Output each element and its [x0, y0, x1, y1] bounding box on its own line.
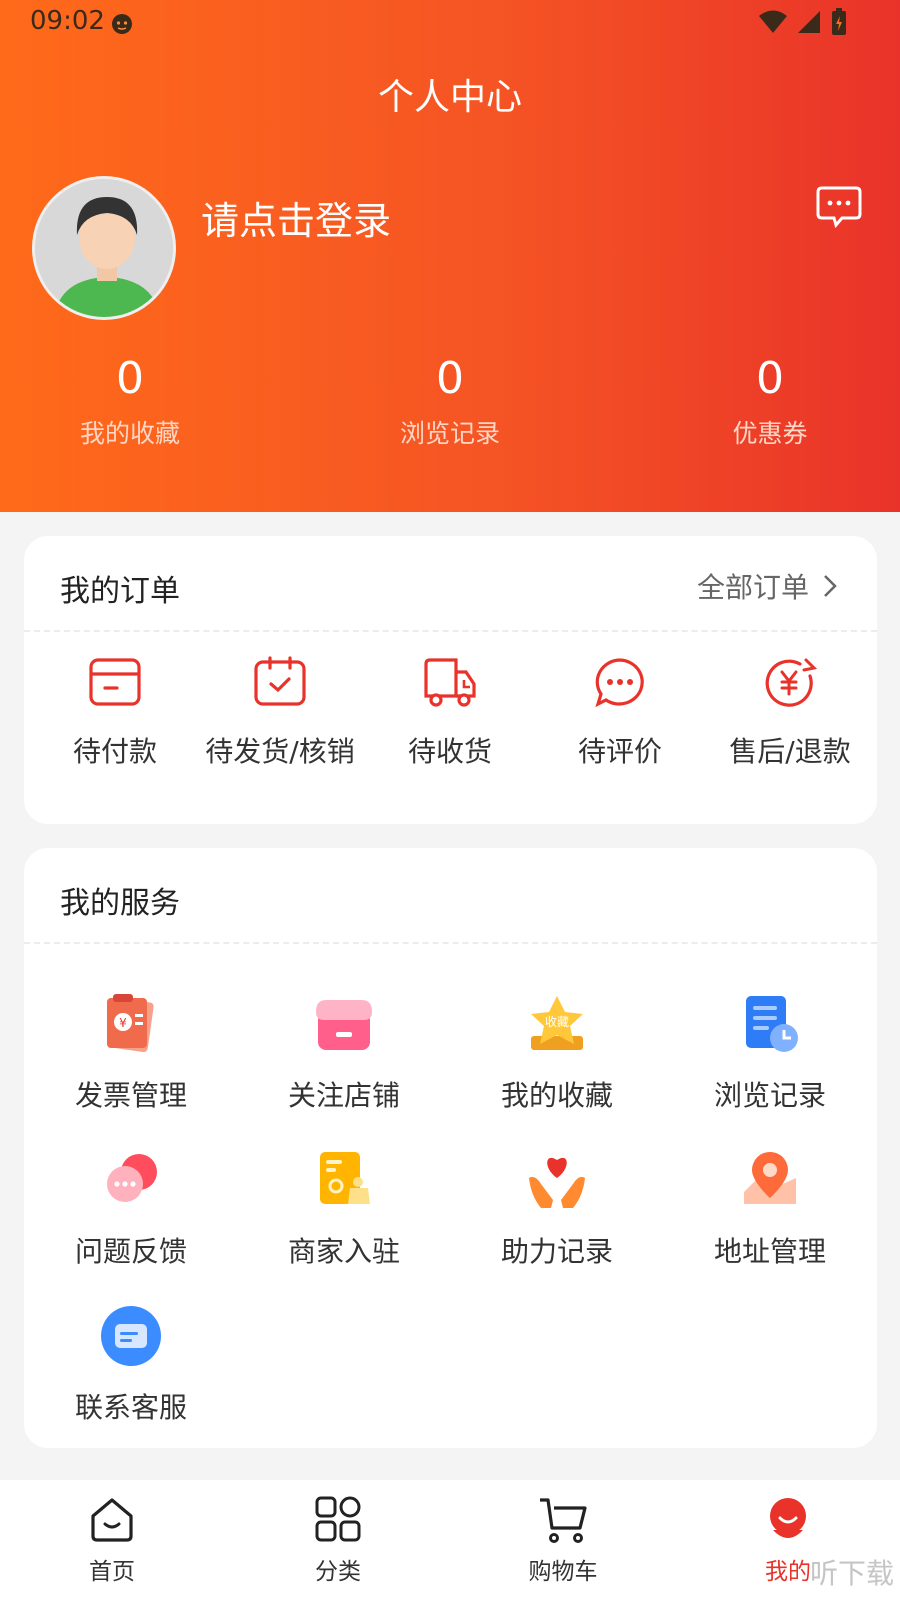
- stat-label: 我的收藏: [79, 419, 180, 448]
- default-avatar-icon: [35, 179, 173, 317]
- truck-icon: [424, 658, 476, 707]
- chat-bubble-icon: [595, 658, 644, 708]
- service-browse-history[interactable]: 浏览记录: [670, 992, 870, 1114]
- service-assist-records[interactable]: 助力记录: [457, 1148, 657, 1270]
- wifi-icon: [759, 10, 787, 33]
- order-label: 待评价: [577, 735, 662, 768]
- service-label: 问题反馈: [74, 1235, 187, 1268]
- services-title: 我的服务: [60, 886, 180, 921]
- service-label: 地址管理: [713, 1235, 826, 1268]
- bottom-tab-bar: 首页 分类 购物车 我的 听下载: [0, 1480, 900, 1600]
- watermark: 听下载: [809, 1557, 894, 1590]
- tab-cart[interactable]: 购物车: [483, 1496, 643, 1586]
- stat-label: 浏览记录: [399, 419, 500, 448]
- home-icon: [91, 1498, 133, 1542]
- orders-title: 我的订单: [60, 574, 180, 609]
- service-label: 助力记录: [500, 1235, 613, 1268]
- map-pin-icon: [744, 1152, 796, 1204]
- tab-label: 首页: [89, 1559, 135, 1585]
- service-label: 我的收藏: [500, 1079, 613, 1112]
- favorite-star-icon: 收藏: [531, 996, 583, 1050]
- status-time: 09:02: [30, 6, 105, 36]
- notification-cat-icon: [112, 14, 132, 34]
- customer-service-icon: [101, 1306, 161, 1366]
- page-title: 个人中心: [377, 77, 522, 118]
- order-label: 待收货: [407, 735, 492, 768]
- stat-history[interactable]: 0 浏览记录: [360, 352, 540, 450]
- divider: [24, 942, 877, 944]
- stat-value: 0: [756, 353, 784, 404]
- service-label: 商家入驻: [287, 1235, 400, 1268]
- tab-label: 分类: [315, 1559, 361, 1585]
- heart-hands-icon: [529, 1157, 585, 1208]
- svg-text:¥: ¥: [119, 1016, 127, 1030]
- avatar[interactable]: [32, 176, 176, 320]
- status-icons: [758, 8, 848, 36]
- service-followed-stores[interactable]: 关注店铺: [244, 992, 444, 1114]
- service-label: 联系客服: [74, 1391, 187, 1424]
- all-orders-label: 全部订单: [696, 571, 809, 604]
- login-prompt[interactable]: 请点击登录: [201, 190, 391, 245]
- box-check-icon: [254, 656, 306, 706]
- order-label: 售后/退款: [729, 735, 851, 768]
- tab-label: 购物车: [528, 1559, 598, 1585]
- stat-coupons[interactable]: 0 优惠券: [680, 352, 860, 450]
- cart-icon: [540, 1498, 587, 1543]
- service-label: 关注店铺: [287, 1079, 400, 1112]
- stat-label: 优惠券: [732, 419, 808, 448]
- order-pending-receipt[interactable]: 待收货: [365, 656, 535, 770]
- wallet-icon: [89, 658, 141, 706]
- yuan-refund-icon: [765, 658, 818, 707]
- store-icon: [316, 1000, 372, 1050]
- profile-icon: [770, 1498, 806, 1538]
- stat-value: 0: [116, 353, 144, 404]
- orders-card: 我的订单 全部订单 待付款 待发货/核销 待收货 待评价 售后/退款: [24, 536, 877, 824]
- service-customer-support[interactable]: 联系客服: [31, 1304, 231, 1426]
- chevron-right-icon: [824, 575, 837, 597]
- order-pending-payment[interactable]: 待付款: [30, 656, 200, 770]
- order-after-sales[interactable]: 售后/退款: [705, 656, 875, 770]
- service-invoice[interactable]: ¥ 发票管理: [31, 992, 231, 1114]
- profile-header: 09:02 个人中心 请点击登录 0 我的收藏 0 浏览记录 0 优惠券: [0, 0, 900, 512]
- order-label: 待付款: [72, 735, 157, 768]
- history-doc-icon: [746, 996, 798, 1052]
- favorite-badge-text: 收藏: [545, 1015, 569, 1029]
- service-label: 浏览记录: [713, 1079, 826, 1112]
- stat-favorites[interactable]: 0 我的收藏: [40, 352, 220, 450]
- status-bar: 09:02: [0, 0, 900, 48]
- service-merchant-join[interactable]: 商家入驻: [244, 1148, 444, 1270]
- tab-home[interactable]: 首页: [32, 1496, 192, 1586]
- tab-category[interactable]: 分类: [258, 1496, 418, 1586]
- invoice-icon: ¥: [107, 994, 154, 1053]
- service-favorites[interactable]: 收藏 我的收藏: [457, 992, 657, 1114]
- services-card: 我的服务 ¥ 发票管理 关注店铺 收藏 我的收藏 浏览记录 问题反馈 商家入驻 …: [24, 848, 877, 1448]
- service-address[interactable]: 地址管理: [670, 1148, 870, 1270]
- category-grid-icon: [315, 1496, 361, 1542]
- service-feedback[interactable]: 问题反馈: [31, 1148, 231, 1270]
- service-label: 发票管理: [74, 1079, 187, 1112]
- merchant-doc-icon: [320, 1152, 370, 1204]
- all-orders-link[interactable]: 全部订单: [697, 566, 837, 606]
- order-pending-shipment[interactable]: 待发货/核销: [195, 656, 365, 770]
- order-pending-review[interactable]: 待评价: [535, 656, 705, 770]
- order-label: 待发货/核销: [205, 735, 355, 768]
- message-icon[interactable]: [816, 184, 862, 230]
- feedback-bubble-icon: [107, 1154, 157, 1202]
- divider: [24, 630, 877, 632]
- stat-value: 0: [436, 353, 464, 404]
- battery-icon: [832, 8, 846, 35]
- signal-icon: [798, 11, 820, 33]
